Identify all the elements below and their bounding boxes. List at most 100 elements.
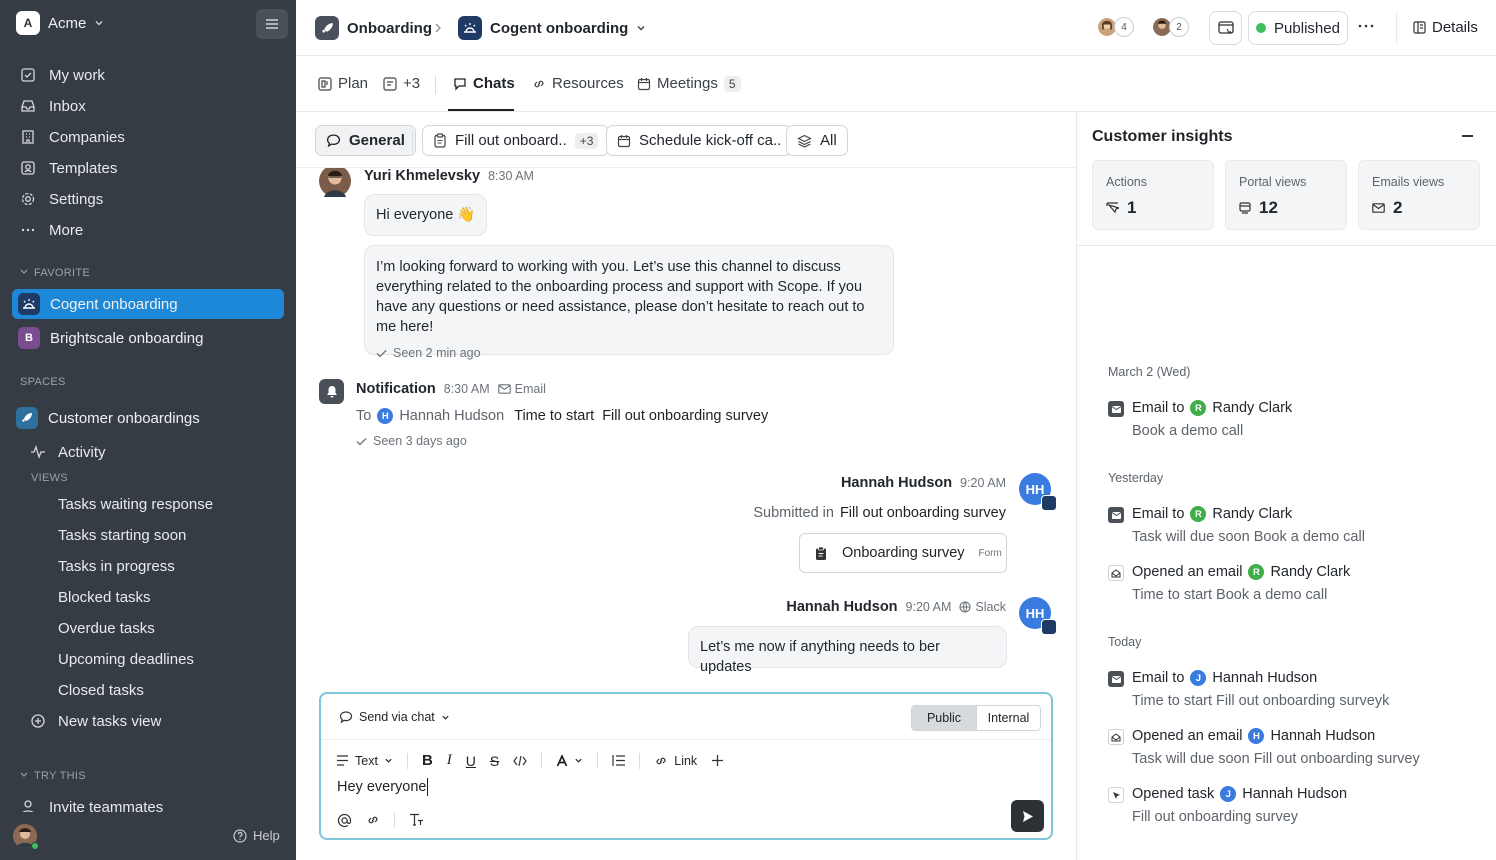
message-input[interactable]: Hey everyone — [337, 778, 429, 796]
message-header: Hannah Hudson 9:20 AM Slack — [786, 599, 1006, 615]
list-icon[interactable] — [612, 755, 626, 766]
send-button[interactable] — [1011, 800, 1044, 832]
filter-kickoff[interactable]: Schedule kick-off ca.. — [606, 125, 793, 156]
submission-info: Submitted in Fill out onboarding survey — [753, 505, 1006, 521]
avatar[interactable] — [319, 168, 351, 197]
help-button[interactable]: Help — [233, 828, 280, 843]
person-name[interactable]: Hannah Hudson — [1270, 728, 1375, 744]
mention-icon[interactable] — [337, 813, 352, 828]
nav-companies[interactable]: Companies — [20, 124, 125, 150]
portal-preview-button[interactable] — [1209, 11, 1242, 45]
stat-portal-views: Portal views 12 — [1225, 160, 1347, 230]
nav-templates[interactable]: Templates — [20, 155, 117, 181]
bold-icon[interactable]: B — [422, 752, 433, 769]
strikethrough-icon[interactable]: S — [490, 753, 499, 769]
underline-icon[interactable]: U — [466, 753, 476, 769]
view-tasks-in-progress[interactable]: Tasks in progress — [58, 558, 175, 575]
person-name[interactable]: Hannah Hudson — [1212, 670, 1317, 686]
filter-all[interactable]: All — [786, 125, 848, 156]
stat-value-row: 12 — [1239, 198, 1278, 218]
try-this-section-header[interactable]: TRY THIS — [20, 770, 86, 782]
view-closed-tasks[interactable]: Closed tasks — [58, 682, 144, 699]
nav-inbox[interactable]: Inbox — [20, 93, 86, 119]
clear-format-icon[interactable] — [409, 813, 424, 827]
filter-label: General — [349, 132, 405, 149]
person-name[interactable]: Hannah Hudson — [1242, 786, 1347, 802]
person-name[interactable]: Randy Clark — [1212, 506, 1292, 522]
tab-plan[interactable]: Plan — [318, 75, 368, 92]
person-name[interactable]: Randy Clark — [1212, 400, 1292, 416]
view-blocked-tasks[interactable]: Blocked tasks — [58, 589, 151, 606]
link-button[interactable]: Link — [654, 754, 697, 768]
sidebar-toggle-button[interactable] — [256, 9, 288, 39]
space-activity[interactable]: Activity — [30, 439, 106, 465]
channel-label: Slack — [975, 600, 1006, 614]
filter-survey[interactable]: Fill out onboard.. +3 — [422, 125, 610, 156]
day-label: March 2 (Wed) — [1108, 365, 1191, 379]
text-style-dropdown[interactable]: Text — [336, 754, 393, 768]
favorite-label: Cogent onboarding — [50, 295, 178, 313]
view-overdue-tasks[interactable]: Overdue tasks — [58, 620, 155, 637]
event-title: Opened task J Hannah Hudson — [1132, 786, 1347, 802]
form-card[interactable]: Onboarding survey Form — [799, 533, 1007, 573]
breadcrumb-cogent-onboarding[interactable]: Cogent onboarding — [458, 16, 646, 40]
nav-settings[interactable]: Settings — [20, 186, 103, 212]
team-avatars[interactable]: 2 — [1151, 16, 1189, 38]
stat-value: 2 — [1393, 198, 1403, 217]
notification-task[interactable]: Fill out onboarding survey — [602, 408, 768, 424]
code-icon[interactable] — [513, 755, 527, 767]
more-options-button[interactable] — [1358, 18, 1374, 34]
message-composer: Send via chat Public Internal Text B I U… — [319, 692, 1053, 840]
favorite-brightscale-onboarding[interactable]: B Brightscale onboarding — [12, 323, 284, 353]
tab-chats[interactable]: Chats — [453, 75, 515, 92]
send-via-dropdown[interactable]: Send via chat — [339, 710, 450, 724]
attachment-icon[interactable] — [366, 813, 380, 827]
new-tasks-view-button[interactable]: New tasks view — [30, 708, 161, 734]
view-tasks-starting-soon[interactable]: Tasks starting soon — [58, 527, 186, 544]
view-tasks-waiting-response[interactable]: Tasks waiting response — [58, 496, 213, 513]
text-color-dropdown[interactable] — [556, 754, 583, 767]
person-avatar: H — [1248, 728, 1265, 744]
message-time: 8:30 AM — [488, 169, 534, 183]
breadcrumb-onboarding[interactable]: Onboarding — [315, 16, 432, 40]
notification-text: Time to start — [514, 408, 595, 424]
email-icon — [497, 384, 511, 394]
message-time: 8:30 AM — [443, 382, 490, 396]
divider — [406, 752, 408, 769]
internal-option[interactable]: Internal — [976, 706, 1040, 730]
email-icon — [1108, 671, 1124, 687]
workspace-switcher[interactable]: A Acme — [16, 11, 104, 35]
collapse-icon[interactable] — [1462, 135, 1473, 137]
recipient-name[interactable]: Hannah Hudson — [399, 408, 504, 424]
check-icon — [376, 349, 387, 357]
nav-more[interactable]: More — [20, 217, 83, 243]
top-bar: Onboarding Cogent onboarding 4 2 Publish… — [296, 0, 1496, 56]
nav-my-work[interactable]: My work — [20, 62, 105, 88]
tab-meetings[interactable]: Meetings 5 — [637, 75, 741, 92]
plus-icon[interactable] — [711, 754, 724, 767]
public-option[interactable]: Public — [912, 706, 976, 730]
details-button[interactable]: Details — [1413, 19, 1478, 36]
person-avatar: J — [1190, 670, 1207, 686]
view-upcoming-deadlines[interactable]: Upcoming deadlines — [58, 651, 194, 668]
person-name[interactable]: Randy Clark — [1270, 564, 1350, 580]
template-icon — [21, 161, 35, 175]
favorite-label: Brightscale onboarding — [50, 329, 204, 347]
filter-general[interactable]: General — [315, 125, 416, 156]
divider — [639, 752, 641, 769]
cursor-icon — [1108, 787, 1124, 803]
company-badge-icon — [1041, 495, 1057, 511]
stat-value-row: 2 — [1372, 198, 1402, 218]
favorite-cogent-onboarding[interactable]: Cogent onboarding — [12, 289, 284, 319]
space-customer-onboardings[interactable]: Customer onboardings — [10, 403, 282, 433]
customer-avatars[interactable]: 4 — [1096, 16, 1134, 38]
italic-icon[interactable]: I — [447, 752, 452, 769]
submitted-task[interactable]: Fill out onboarding survey — [840, 505, 1006, 521]
tab-resources[interactable]: Resources — [532, 75, 624, 92]
inbox-icon — [21, 100, 35, 112]
visibility-toggle: Public Internal — [911, 705, 1041, 731]
tab-more[interactable]: +3 — [383, 75, 420, 92]
message-bubble: I’m looking forward to working with you.… — [364, 245, 894, 360]
favorite-section-header[interactable]: FAVORITE — [20, 267, 90, 279]
publish-status-button[interactable]: Published — [1248, 11, 1348, 45]
